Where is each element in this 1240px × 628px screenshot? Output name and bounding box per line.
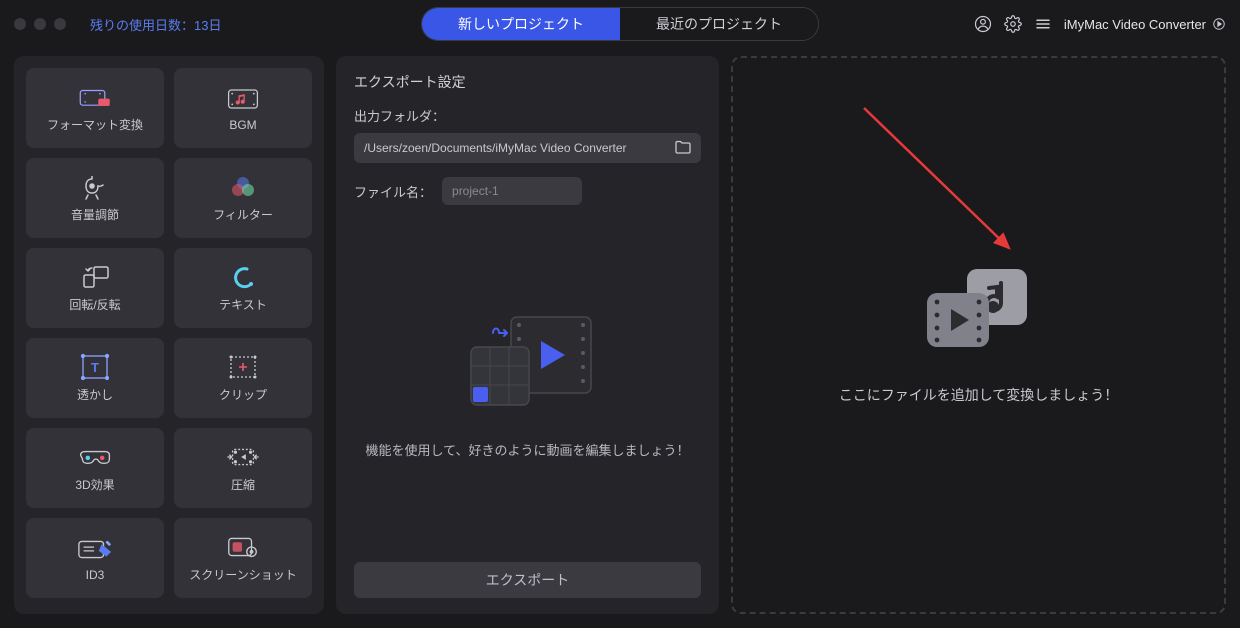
- dropzone-hint: ここにファイルを追加して変換しましょう！: [839, 385, 1119, 405]
- filename-input[interactable]: [442, 177, 582, 205]
- editor-hint-text: 機能を使用して、好きのように動画を編集しましょう！: [366, 441, 690, 462]
- tool-watermark[interactable]: T 透かし: [26, 338, 164, 418]
- play-circle-icon: [1212, 17, 1226, 31]
- main-content: フォーマット変換 BGM 音量調節 フィルター 回転/反転: [0, 48, 1240, 628]
- settings-icon[interactable]: [1004, 15, 1022, 33]
- project-tabs: 新しいプロジェクト 最近のプロジェクト: [421, 7, 819, 41]
- tool-label: フォーマット変換: [47, 116, 143, 133]
- tool-screenshot[interactable]: スクリーンショット: [174, 518, 312, 598]
- tool-label: テキスト: [219, 296, 267, 313]
- tool-format-convert[interactable]: フォーマット変換: [26, 68, 164, 148]
- tool-id3[interactable]: ID3: [26, 518, 164, 598]
- app-name-label: iMyMac Video Converter: [1064, 17, 1226, 32]
- svg-text:T: T: [91, 360, 99, 375]
- volume-icon: [77, 173, 113, 201]
- watermark-icon: T: [77, 353, 113, 381]
- tool-label: BGM: [229, 118, 256, 132]
- clip-icon: [225, 353, 261, 381]
- tool-clip[interactable]: クリップ: [174, 338, 312, 418]
- editor-placeholder: 機能を使用して、好きのように動画を編集しましょう！: [354, 219, 701, 552]
- tool-label: スクリーンショット: [189, 566, 296, 583]
- file-drop-zone[interactable]: ここにファイルを追加して変換しましょう！: [731, 56, 1226, 614]
- trial-days-label: 残りの使用日数：13日: [90, 15, 221, 34]
- tool-label: ID3: [86, 568, 105, 582]
- text-icon: [225, 263, 261, 291]
- tools-sidebar: フォーマット変換 BGM 音量調節 フィルター 回転/反転: [14, 56, 324, 614]
- window-controls: [14, 18, 66, 30]
- output-folder-label: 出力フォルダ：: [354, 106, 701, 125]
- format-convert-icon: [77, 83, 113, 111]
- media-files-icon: [919, 265, 1039, 355]
- tool-label: 3D効果: [75, 476, 114, 493]
- tab-new-project[interactable]: 新しいプロジェクト: [422, 8, 620, 40]
- browse-folder-icon[interactable]: [667, 140, 691, 157]
- tool-rotate[interactable]: 回転/反転: [26, 248, 164, 328]
- tool-label: 音量調節: [71, 206, 119, 223]
- tool-label: フィルター: [213, 206, 273, 223]
- maximize-window-button[interactable]: [54, 18, 66, 30]
- menu-icon[interactable]: [1034, 15, 1052, 33]
- filter-icon: [225, 173, 261, 201]
- minimize-window-button[interactable]: [34, 18, 46, 30]
- tool-filter[interactable]: フィルター: [174, 158, 312, 238]
- tool-volume[interactable]: 音量調節: [26, 158, 164, 238]
- tool-label: 圧縮: [231, 476, 255, 493]
- titlebar: 残りの使用日数：13日 新しいプロジェクト 最近のプロジェクト iMyMac V…: [0, 0, 1240, 48]
- tool-compress[interactable]: 圧縮: [174, 428, 312, 508]
- rotate-icon: [77, 263, 113, 291]
- compress-icon: [225, 443, 261, 471]
- header-right: iMyMac Video Converter: [974, 15, 1226, 33]
- account-icon[interactable]: [974, 15, 992, 33]
- output-folder-path[interactable]: /Users/zoen/Documents/iMyMac Video Conve…: [354, 133, 701, 163]
- glasses-3d-icon: [77, 443, 113, 471]
- editor-placeholder-icon: [453, 309, 603, 419]
- filename-label: ファイル名：: [354, 182, 432, 201]
- tool-3d[interactable]: 3D効果: [26, 428, 164, 508]
- tool-text[interactable]: テキスト: [174, 248, 312, 328]
- tool-label: 透かし: [77, 386, 113, 403]
- tool-label: クリップ: [219, 386, 267, 403]
- tool-label: 回転/反転: [69, 296, 120, 313]
- export-panel: エクスポート設定 出力フォルダ： /Users/zoen/Documents/i…: [336, 56, 719, 614]
- tool-bgm[interactable]: BGM: [174, 68, 312, 148]
- export-button[interactable]: エクスポート: [354, 562, 701, 598]
- tab-recent-project[interactable]: 最近のプロジェクト: [620, 8, 818, 40]
- pointer-arrow-icon: [854, 98, 1064, 288]
- id3-icon: [77, 535, 113, 563]
- close-window-button[interactable]: [14, 18, 26, 30]
- screenshot-icon: [225, 533, 261, 561]
- export-title: エクスポート設定: [354, 72, 701, 92]
- bgm-icon: [225, 85, 261, 113]
